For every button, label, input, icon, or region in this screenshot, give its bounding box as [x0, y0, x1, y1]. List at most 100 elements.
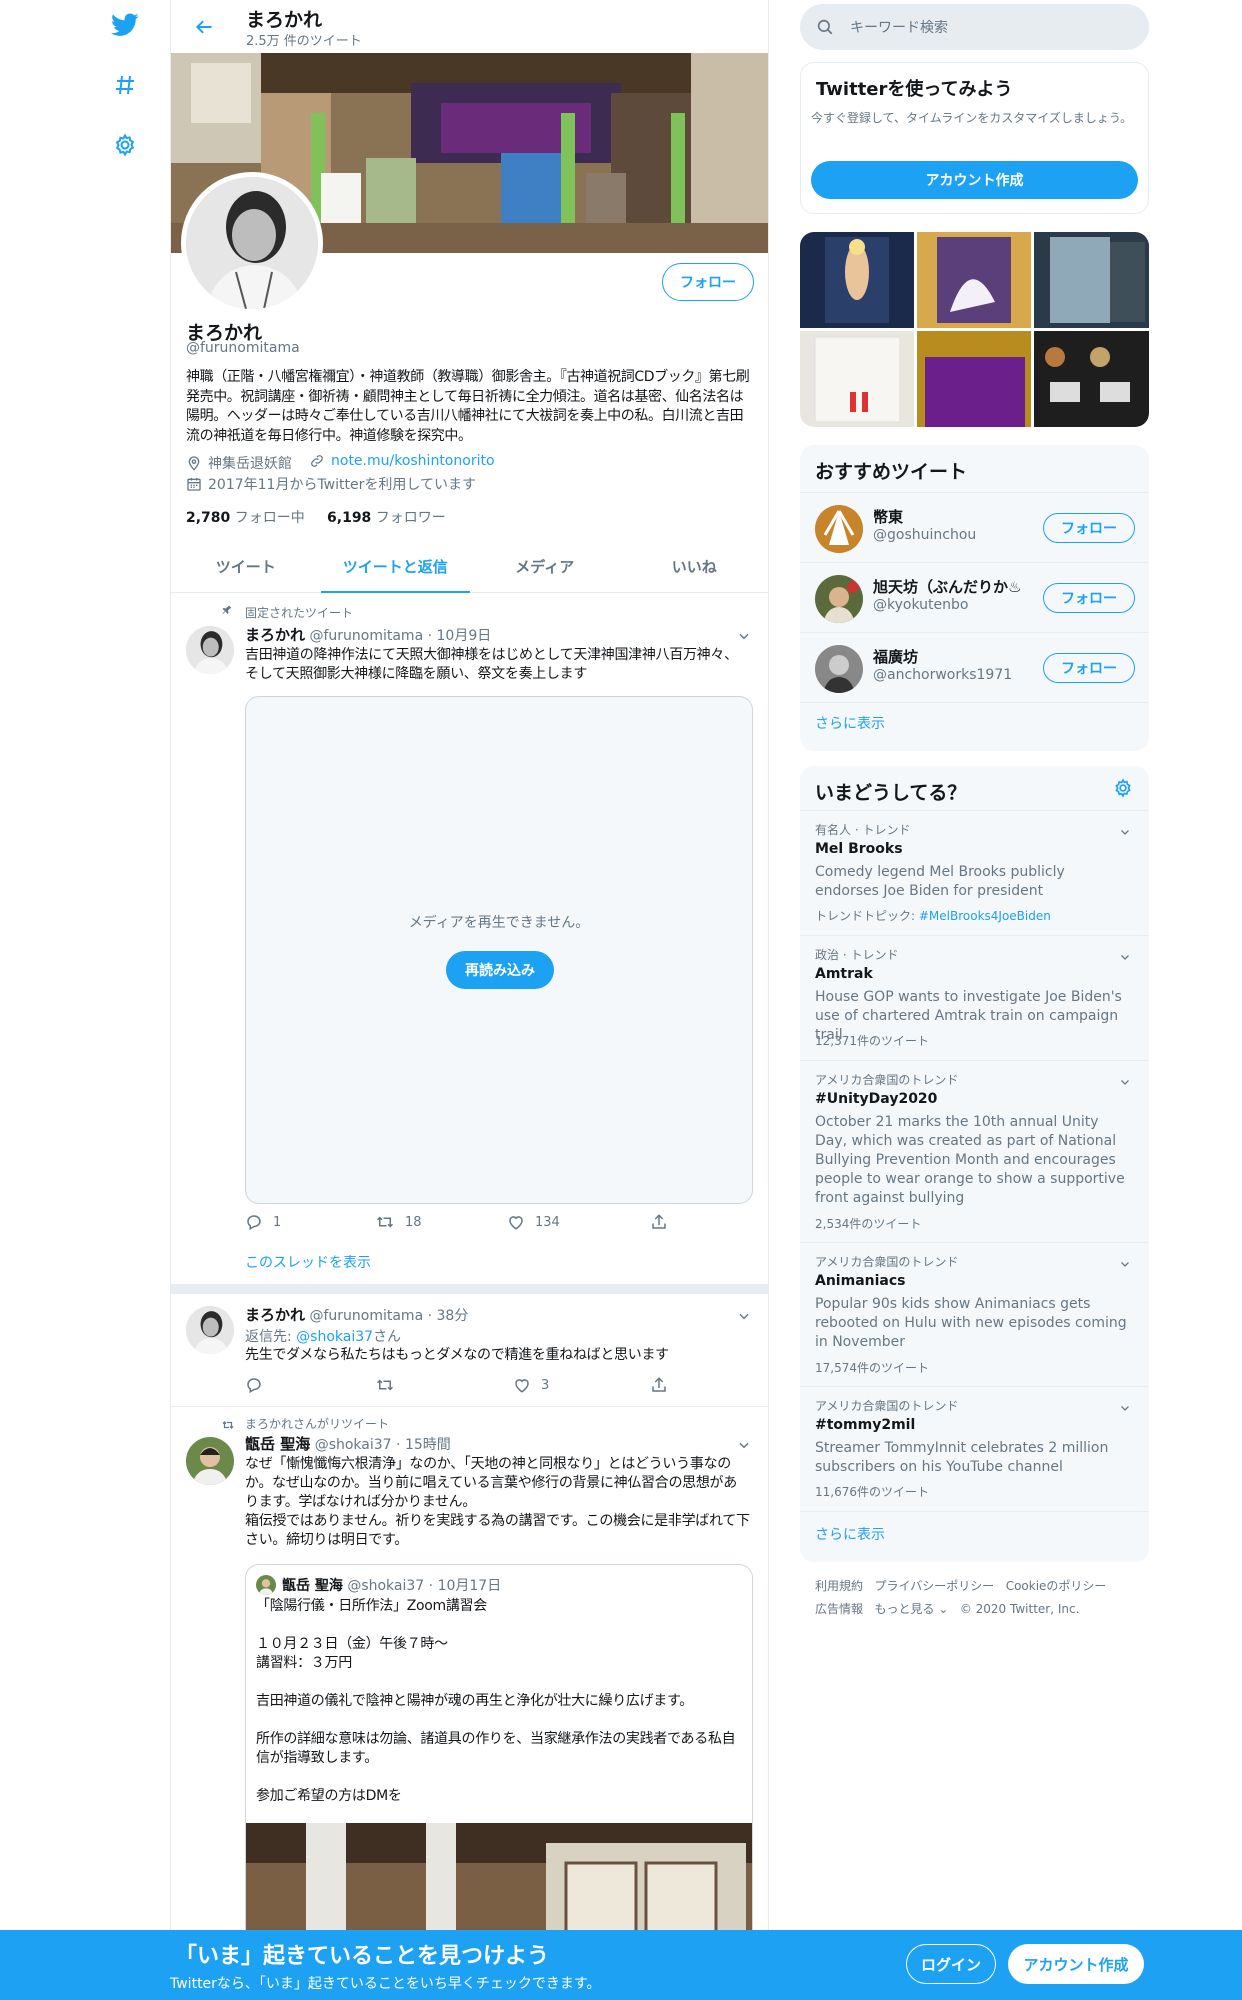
chevron-down-icon[interactable] [1119, 1399, 1131, 1411]
tweet-author-name[interactable]: まろかれ [245, 626, 305, 644]
chevron-down-icon[interactable] [737, 628, 751, 642]
tweet-time[interactable]: 10月9日 [437, 628, 492, 644]
follow-button[interactable]: フォロー [1043, 583, 1135, 613]
media-thumb-2[interactable] [917, 232, 1031, 328]
footer-link-cookies[interactable]: Cookieのポリシー [1006, 1579, 1107, 1593]
header-tweet-count: 2.5万 件のツイート [246, 34, 362, 49]
share-button[interactable] [650, 1376, 668, 1394]
reload-button[interactable]: 再読み込み [446, 951, 554, 989]
footer-copyright: © 2020 Twitter, Inc. [959, 1602, 1080, 1616]
chevron-down-icon: ⌄ [938, 1602, 949, 1616]
profile-link[interactable]: note.mu/koshintonorito [309, 453, 495, 469]
back-arrow-icon[interactable] [189, 12, 219, 42]
signup-button[interactable]: アカウント作成 [811, 161, 1138, 199]
recommended-user[interactable]: 幣東 @goshuinchou フォロー [800, 492, 1149, 562]
pinned-tweet[interactable]: 固定されたツイート まろかれ @furunomitama · 10月9日 吉田神… [171, 594, 768, 1284]
search-box[interactable]: キーワード検索 [800, 4, 1149, 50]
reply-tweet[interactable]: まろかれ @furunomitama · 38分 返信先: @shokai37さ… [171, 1294, 768, 1406]
chevron-down-icon[interactable] [1119, 948, 1131, 960]
media-thumb-1[interactable] [800, 232, 914, 328]
trend-title: Amtrak [815, 966, 873, 982]
tweet-media-player[interactable]: メディアを再生できません。 再読み込み [245, 696, 753, 1204]
footer-link-ads[interactable]: 広告情報 [815, 1602, 863, 1616]
like-count: 134 [535, 1214, 560, 1230]
quoted-header: 甑岳 聖海 @shokai37 · 10月17日 [282, 1578, 502, 1594]
recommended-card: おすすめツイート 幣東 @goshuinchou フォロー 旭天坊（ぶんだりか♨… [800, 445, 1149, 751]
chevron-down-icon[interactable] [737, 1308, 751, 1322]
retweet-button[interactable]: 18 [375, 1213, 422, 1231]
follow-button[interactable]: フォロー [662, 263, 754, 301]
like-button[interactable]: 134 [507, 1213, 560, 1231]
hashtag-icon[interactable] [110, 70, 140, 100]
chevron-down-icon[interactable] [1119, 1255, 1131, 1267]
tweet-author-name[interactable]: 甑岳 聖海 [245, 1435, 310, 1453]
tweet-author-name[interactable]: まろかれ [245, 1306, 305, 1324]
tweet-time[interactable]: 15時間 [405, 1437, 451, 1453]
tweet-avatar[interactable] [186, 1437, 234, 1485]
following-label: フォロー中 [234, 510, 305, 526]
tweet-avatar[interactable] [186, 1306, 234, 1354]
signup-button[interactable]: アカウント作成 [1008, 1944, 1144, 1984]
twitter-logo-icon[interactable] [110, 10, 140, 40]
calendar-icon [187, 478, 201, 491]
trend-topic: トレンドトピック: #MelBrooks4JoeBiden [815, 907, 1051, 924]
trend-item[interactable]: 政治 · トレンド Amtrak House GOP wants to inve… [800, 935, 1149, 1060]
recommended-user[interactable]: 旭天坊（ぶんだりか♨ @kyokutenbo フォロー [800, 562, 1149, 632]
trend-item[interactable]: 有名人 · トレンド Mel Brooks Comedy legend Mel … [800, 810, 1149, 935]
following-link[interactable]: 2,780 フォロー中 [186, 510, 305, 526]
footer-link-more[interactable]: もっと見る [874, 1602, 934, 1616]
trends-show-more[interactable]: さらに表示 [815, 1524, 885, 1544]
reply-to-suffix: さん [373, 1329, 402, 1345]
tab-media[interactable]: メディア [470, 540, 620, 592]
follow-button[interactable]: フォロー [1043, 653, 1135, 683]
header-name: まろかれ [246, 9, 323, 31]
trend-item[interactable]: アメリカ合衆国のトレンド #UnityDay2020 October 21 ma… [800, 1060, 1149, 1242]
heart-icon [509, 1216, 523, 1230]
trend-description: Streamer TommyInnit celebrates 2 million… [815, 1440, 1109, 1475]
share-button[interactable] [650, 1213, 668, 1231]
show-thread-link[interactable]: このスレッドを表示 [245, 1252, 371, 1272]
chevron-down-icon[interactable] [737, 1437, 751, 1451]
trend-item[interactable]: アメリカ合衆国のトレンド Animaniacs Popular 90s kids… [800, 1242, 1149, 1386]
media-thumb-5[interactable] [917, 331, 1031, 427]
chevron-down-icon[interactable] [1119, 1073, 1131, 1085]
tweet-time[interactable]: 38分 [437, 1308, 469, 1324]
user-handle: @kyokutenbo [873, 597, 969, 613]
retweet-button[interactable] [375, 1376, 395, 1394]
login-button[interactable]: ログイン [906, 1944, 996, 1984]
share-icon [652, 1377, 666, 1392]
tab-tweets-and-replies[interactable]: ツイートと返信 [320, 540, 471, 593]
settings-gear-icon[interactable] [110, 130, 140, 160]
followers-link[interactable]: 6,198 フォロワー [327, 510, 446, 526]
footer-link-terms[interactable]: 利用規約 [815, 1579, 863, 1593]
trends-settings-gear-icon[interactable] [1113, 778, 1133, 802]
reply-to-line: 返信先: @shokai37さん [245, 1326, 401, 1346]
trend-title: #UnityDay2020 [815, 1091, 938, 1107]
like-button[interactable]: 3 [513, 1376, 549, 1394]
signup-title: Twitterを使ってみよう [816, 79, 1013, 100]
trend-description: Popular 90s kids show Animaniacs gets re… [815, 1296, 1127, 1350]
recommended-show-more[interactable]: さらに表示 [815, 713, 885, 733]
retweeted-tweet[interactable]: まろかれさんがリツイート 甑岳 聖海 @shokai37 · 15時間 なぜ「慚… [171, 1407, 768, 2000]
trend-item[interactable]: アメリカ合衆国のトレンド #tommy2mil Streamer TommyIn… [800, 1386, 1149, 1511]
media-thumb-6[interactable] [1034, 331, 1149, 427]
follow-button[interactable]: フォロー [1043, 513, 1135, 543]
tweet-avatar[interactable] [186, 626, 234, 674]
retweet-indicator-icon [221, 1416, 235, 1435]
reply-icon [247, 1378, 261, 1394]
reply-button[interactable] [245, 1376, 263, 1394]
footer-link-privacy[interactable]: プライバシーポリシー [874, 1579, 994, 1593]
media-thumb-4[interactable] [800, 331, 914, 427]
media-thumb-3[interactable] [1034, 232, 1149, 328]
reply-button[interactable]: 1 [245, 1213, 281, 1231]
recommended-user[interactable]: 福廣坊 @anchorworks1971 フォロー [800, 632, 1149, 702]
tab-likes[interactable]: いいね [620, 540, 769, 592]
profile-avatar[interactable] [181, 172, 323, 314]
profile-tabs: ツイート ツイートと返信 メディア いいね [171, 540, 769, 593]
profile-link-text[interactable]: note.mu/koshintonorito [331, 453, 495, 469]
reply-to-handle[interactable]: @shokai37 [296, 1329, 373, 1345]
chevron-down-icon[interactable] [1119, 823, 1131, 835]
retweet-icon [376, 1216, 394, 1228]
tab-tweets[interactable]: ツイート [171, 540, 321, 592]
trend-topic-hashtag[interactable]: #MelBrooks4JoeBiden [919, 909, 1051, 923]
